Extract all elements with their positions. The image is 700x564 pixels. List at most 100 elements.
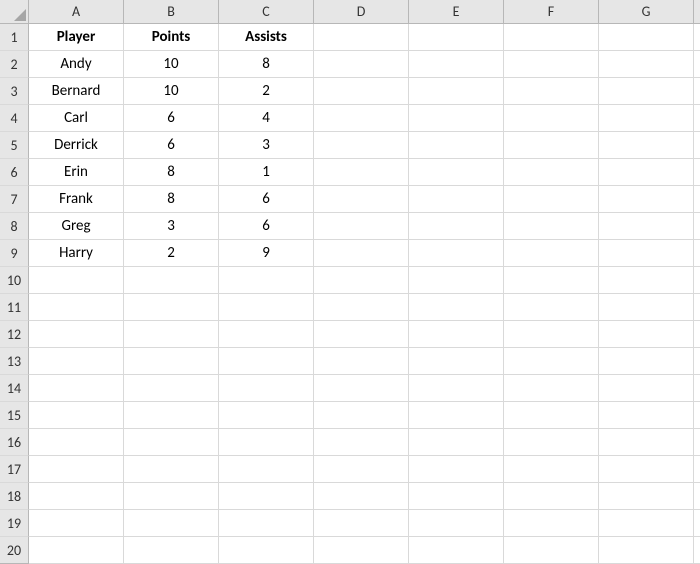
cell-G12[interactable] [599,321,694,348]
col-header-F[interactable]: F [504,0,599,24]
cell-A19[interactable] [29,510,124,537]
cell-D5[interactable] [314,132,409,159]
cell-F12[interactable] [504,321,599,348]
cell-A20[interactable] [29,537,124,564]
cell-C3[interactable]: 2 [219,78,314,105]
cell-A2[interactable]: Andy [29,51,124,78]
select-all-corner[interactable] [0,0,29,24]
cell-B7[interactable]: 8 [124,186,219,213]
cell-D8[interactable] [314,213,409,240]
cell-F19[interactable] [504,510,599,537]
cell-E2[interactable] [409,51,504,78]
cell-C20[interactable] [219,537,314,564]
row-header-3[interactable]: 3 [0,78,29,105]
spreadsheet-grid[interactable]: A B C D E F G 1 Player Points Assists 2 … [0,0,700,564]
cell-B8[interactable]: 3 [124,213,219,240]
cell-F5[interactable] [504,132,599,159]
cell-E6[interactable] [409,159,504,186]
cell-A15[interactable] [29,402,124,429]
cell-D1[interactable] [314,24,409,51]
cell-B1[interactable]: Points [124,24,219,51]
cell-C13[interactable] [219,348,314,375]
cell-A8[interactable]: Greg [29,213,124,240]
cell-F10[interactable] [504,267,599,294]
cell-G17[interactable] [599,456,694,483]
cell-G7[interactable] [599,186,694,213]
cell-C16[interactable] [219,429,314,456]
row-header-19[interactable]: 19 [0,510,29,537]
cell-C8[interactable]: 6 [219,213,314,240]
cell-A5[interactable]: Derrick [29,132,124,159]
row-header-18[interactable]: 18 [0,483,29,510]
cell-C2[interactable]: 8 [219,51,314,78]
row-header-8[interactable]: 8 [0,213,29,240]
cell-A1[interactable]: Player [29,24,124,51]
cell-C17[interactable] [219,456,314,483]
col-header-G[interactable]: G [599,0,694,24]
row-header-4[interactable]: 4 [0,105,29,132]
cell-B20[interactable] [124,537,219,564]
cell-B11[interactable] [124,294,219,321]
cell-E19[interactable] [409,510,504,537]
row-header-9[interactable]: 9 [0,240,29,267]
cell-B14[interactable] [124,375,219,402]
cell-B6[interactable]: 8 [124,159,219,186]
cell-E20[interactable] [409,537,504,564]
cell-B19[interactable] [124,510,219,537]
cell-D12[interactable] [314,321,409,348]
cell-A17[interactable] [29,456,124,483]
cell-B2[interactable]: 10 [124,51,219,78]
col-header-E[interactable]: E [409,0,504,24]
cell-D20[interactable] [314,537,409,564]
cell-B9[interactable]: 2 [124,240,219,267]
cell-F15[interactable] [504,402,599,429]
cell-B12[interactable] [124,321,219,348]
cell-E4[interactable] [409,105,504,132]
cell-B18[interactable] [124,483,219,510]
row-header-2[interactable]: 2 [0,51,29,78]
cell-A14[interactable] [29,375,124,402]
cell-E17[interactable] [409,456,504,483]
cell-D13[interactable] [314,348,409,375]
cell-C4[interactable]: 4 [219,105,314,132]
cell-E7[interactable] [409,186,504,213]
cell-A4[interactable]: Carl [29,105,124,132]
cell-G1[interactable] [599,24,694,51]
cell-B4[interactable]: 6 [124,105,219,132]
cell-E8[interactable] [409,213,504,240]
cell-F20[interactable] [504,537,599,564]
cell-C19[interactable] [219,510,314,537]
col-header-A[interactable]: A [29,0,124,24]
cell-E1[interactable] [409,24,504,51]
cell-A6[interactable]: Erin [29,159,124,186]
cell-D15[interactable] [314,402,409,429]
cell-D19[interactable] [314,510,409,537]
cell-D16[interactable] [314,429,409,456]
cell-C10[interactable] [219,267,314,294]
cell-C11[interactable] [219,294,314,321]
row-header-1[interactable]: 1 [0,24,29,51]
cell-C6[interactable]: 1 [219,159,314,186]
cell-A18[interactable] [29,483,124,510]
cell-A13[interactable] [29,348,124,375]
row-header-11[interactable]: 11 [0,294,29,321]
cell-A3[interactable]: Bernard [29,78,124,105]
cell-C5[interactable]: 3 [219,132,314,159]
cell-G14[interactable] [599,375,694,402]
cell-D18[interactable] [314,483,409,510]
cell-E10[interactable] [409,267,504,294]
cell-C1[interactable]: Assists [219,24,314,51]
cell-G10[interactable] [599,267,694,294]
cell-B3[interactable]: 10 [124,78,219,105]
cell-A10[interactable] [29,267,124,294]
cell-G9[interactable] [599,240,694,267]
cell-F6[interactable] [504,159,599,186]
row-header-5[interactable]: 5 [0,132,29,159]
cell-B10[interactable] [124,267,219,294]
cell-E16[interactable] [409,429,504,456]
col-header-D[interactable]: D [314,0,409,24]
cell-D7[interactable] [314,186,409,213]
cell-G3[interactable] [599,78,694,105]
cell-D4[interactable] [314,105,409,132]
cell-F11[interactable] [504,294,599,321]
